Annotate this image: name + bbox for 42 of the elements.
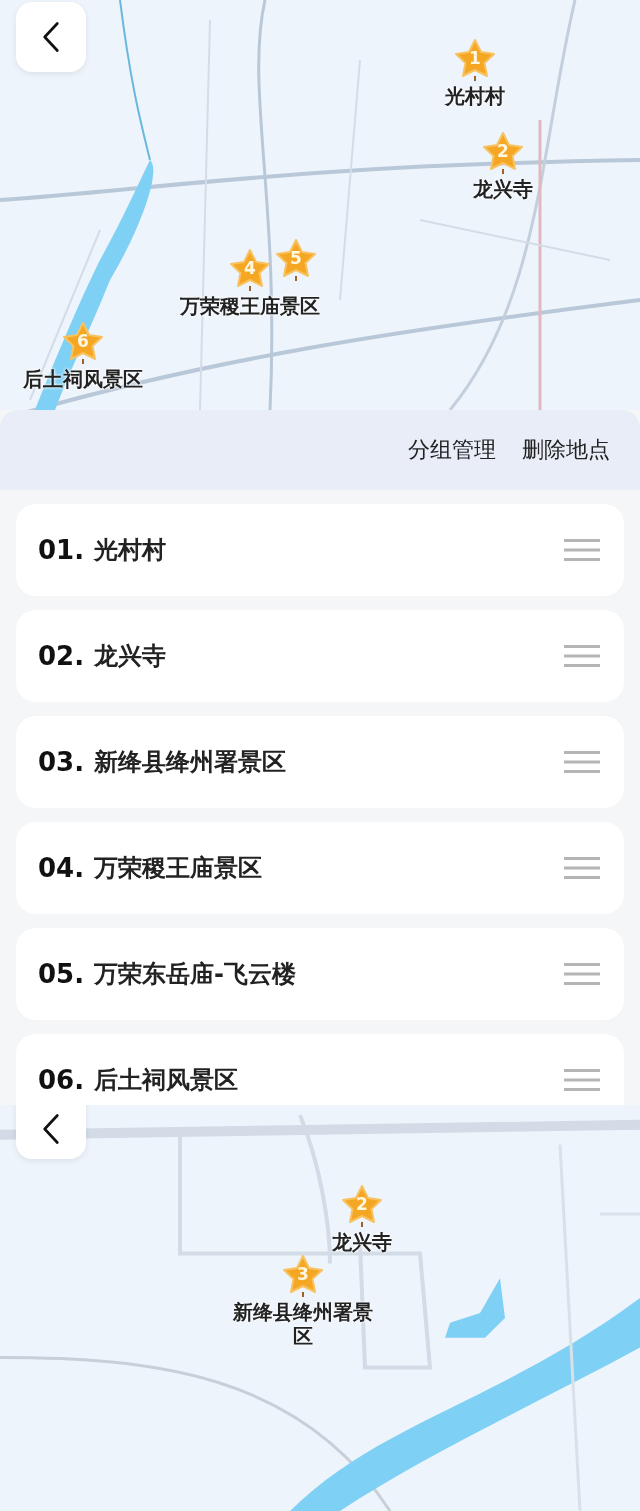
drag-handle-icon[interactable] [564, 962, 600, 986]
pin-label: 龙兴寺 [473, 177, 533, 201]
pin-number: 1 [469, 48, 481, 68]
pin-number: 6 [77, 331, 89, 351]
pin-number: 2 [497, 141, 509, 161]
place-index: 03. [38, 747, 85, 777]
drag-handle-icon[interactable] [564, 750, 600, 774]
place-item[interactable]: 02. 龙兴寺 [16, 610, 624, 702]
place-index: 05. [38, 959, 85, 989]
drag-handle-icon[interactable] [564, 1068, 600, 1092]
place-index: 02. [38, 641, 85, 671]
toolbar-button[interactable]: 分组管理 [400, 429, 504, 471]
back-button[interactable] [16, 1105, 86, 1159]
place-name: 新绛县绛州署景区 [94, 747, 288, 778]
pin-number: 3 [297, 1264, 309, 1284]
place-name: 光村村 [94, 535, 168, 566]
place-name: 万荣东岳庙-飞云楼 [94, 959, 298, 990]
pin-label: 后土祠风景区 [23, 367, 143, 391]
place-item[interactable]: 03. 新绛县绛州署景区 [16, 716, 624, 808]
drag-handle-icon[interactable] [564, 538, 600, 562]
pin-label: 新绛县绛州署景区 [233, 1300, 373, 1348]
place-name: 万荣稷王庙景区 [94, 853, 264, 884]
place-item[interactable]: 05. 万荣东岳庙-飞云楼 [16, 928, 624, 1020]
drag-handle-icon[interactable] [564, 644, 600, 668]
place-item[interactable]: 04. 万荣稷王庙景区 [16, 822, 624, 914]
place-item[interactable]: 06. 后土祠风景区 [16, 1034, 624, 1105]
place-item[interactable]: 01. 光村村 [16, 504, 624, 596]
pin-number: 5 [290, 248, 302, 268]
pin-number: 2 [356, 1194, 368, 1214]
place-index: 01. [38, 535, 85, 565]
place-name: 龙兴寺 [94, 641, 168, 672]
pin-label: 万荣稷王庙景区 [180, 294, 320, 318]
pin-label: 光村村 [445, 84, 505, 108]
toolbar-button[interactable]: 删除地点 [514, 429, 618, 471]
drag-handle-icon[interactable] [564, 856, 600, 880]
back-icon [42, 20, 60, 54]
pin-label: 龙兴寺 [332, 1230, 392, 1254]
place-index: 06. [38, 1065, 85, 1095]
pin-number: 4 [244, 258, 256, 278]
place-name: 后土祠风景区 [94, 1065, 240, 1096]
place-index: 04. [38, 853, 85, 883]
back-icon [42, 1112, 60, 1146]
